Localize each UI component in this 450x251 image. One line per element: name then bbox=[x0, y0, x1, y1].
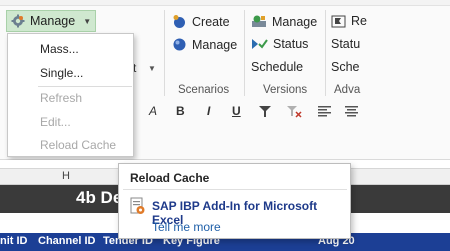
flag-icon bbox=[331, 15, 346, 27]
advanced-item-2-label: Statu bbox=[331, 37, 361, 51]
menu-item-mass[interactable]: Mass... bbox=[40, 42, 79, 56]
menu-item-reload-cache[interactable]: Reload Cache bbox=[40, 138, 116, 152]
version-status-label: Status bbox=[273, 37, 309, 51]
scenarios-group-label: Scenarios bbox=[178, 84, 230, 96]
group-divider bbox=[325, 10, 326, 96]
chevron-down-icon: ▼ bbox=[83, 16, 92, 26]
align-center-icon[interactable] bbox=[345, 106, 358, 117]
tooltip-title: Reload Cache bbox=[130, 171, 210, 185]
italic-button[interactable]: I bbox=[207, 104, 210, 118]
menu-item-edit: Edit... bbox=[40, 115, 71, 129]
header-cell: Channel ID bbox=[38, 235, 96, 247]
create-scenario-label: Create bbox=[192, 14, 230, 29]
tooltip-tell-me-more-link[interactable]: Tell me more bbox=[152, 220, 221, 234]
manage-dropdown-button[interactable]: Manage ▼ bbox=[6, 10, 96, 32]
manage-menu: Mass... Single... Refresh Edit... Reload… bbox=[7, 33, 134, 157]
menu-item-refresh: Refresh bbox=[40, 91, 83, 105]
group-divider bbox=[164, 10, 165, 96]
create-scenario-button[interactable]: Create bbox=[172, 14, 230, 29]
underline-button[interactable]: U bbox=[232, 104, 241, 118]
reload-cache-tooltip: Reload Cache SAP IBP Add-In for Microsof… bbox=[118, 163, 351, 239]
menu-item-single[interactable]: Single... bbox=[40, 66, 83, 80]
status-arrows-icon bbox=[252, 39, 268, 49]
header-cell: nit ID bbox=[0, 235, 28, 247]
bold-button[interactable]: B bbox=[176, 104, 185, 118]
create-scenario-icon bbox=[173, 15, 185, 28]
advanced-item-1[interactable]: Re bbox=[331, 14, 367, 28]
tooltip-separator bbox=[123, 189, 347, 190]
advanced-item-1-label: Re bbox=[351, 14, 367, 28]
version-schedule-button[interactable]: Schedule bbox=[251, 60, 303, 74]
versions-group-label: Versions bbox=[263, 84, 308, 96]
manage-versions-icon bbox=[252, 15, 266, 27]
clear-filter-icon[interactable] bbox=[286, 105, 302, 118]
font-grow-button[interactable]: A bbox=[149, 104, 157, 118]
manage-versions-label: Manage bbox=[272, 14, 318, 29]
advanced-group-label: Adva bbox=[334, 84, 361, 96]
manage-scenario-label: Manage bbox=[192, 37, 238, 52]
filter-icon[interactable] bbox=[258, 105, 272, 118]
advanced-item-2[interactable]: Statu bbox=[331, 37, 360, 51]
manage-scenario-icon bbox=[173, 38, 186, 51]
column-header-h[interactable]: H bbox=[62, 170, 70, 182]
advanced-item-3[interactable]: Sche bbox=[331, 60, 360, 74]
version-schedule-label: Schedule bbox=[251, 60, 304, 74]
manage-gear-icon bbox=[11, 14, 25, 28]
align-left-icon[interactable] bbox=[318, 106, 331, 117]
group-divider bbox=[244, 10, 245, 96]
chevron-down-icon[interactable]: ▼ bbox=[148, 64, 156, 73]
ribbon-tab-strip bbox=[0, 0, 450, 6]
addin-document-icon bbox=[130, 197, 145, 214]
advanced-item-3-label: Sche bbox=[331, 60, 360, 74]
manage-versions-button[interactable]: Manage bbox=[251, 14, 317, 29]
version-status-button[interactable]: Status bbox=[251, 37, 308, 51]
menu-separator bbox=[38, 86, 132, 87]
manage-scenario-button[interactable]: Manage bbox=[172, 37, 237, 52]
manage-dropdown-label: Manage bbox=[30, 14, 76, 28]
